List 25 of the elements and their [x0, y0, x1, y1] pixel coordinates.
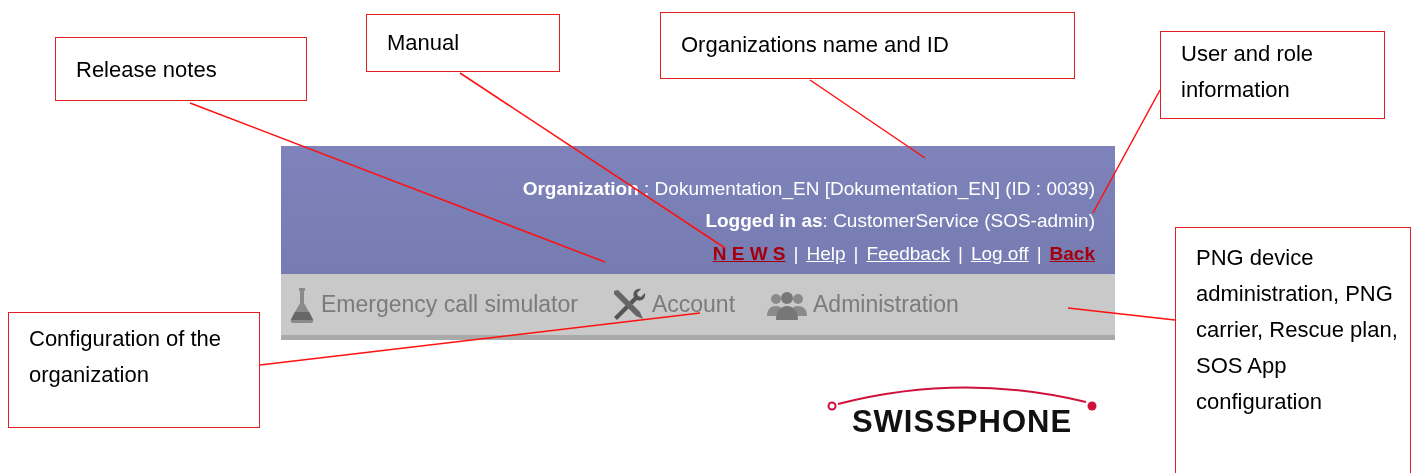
users-icon [767, 289, 808, 320]
link-separator: | [1036, 241, 1042, 266]
logo-text: SWISSPHONE [851, 406, 1073, 437]
organization-value: : Dokumentation_EN [Dokumentation_EN] (ID : 0039) [643, 176, 1095, 202]
link-separator: | [957, 241, 963, 266]
callout-box: Release notes [55, 37, 307, 101]
callout-box: Organizations name and ID [660, 12, 1075, 79]
callout-box: Manual [366, 14, 560, 72]
callout-box: PNG device administration, PNG carrier, Rescue plan, SOS App configuration [1175, 227, 1411, 473]
header-link[interactable]: Help [806, 239, 846, 268]
logged-in-label: Logged in as [705, 209, 823, 233]
header-link[interactable]: Feedback [866, 239, 950, 268]
link-separator: | [853, 241, 859, 266]
nav-item[interactable]: Account [609, 286, 736, 323]
organization-label: Organization [522, 176, 639, 201]
header-link[interactable]: Back [1049, 239, 1095, 268]
nav-item[interactable]: Administration [767, 287, 959, 322]
callout-box: User and role information [1160, 31, 1385, 119]
nav-item[interactable]: Emergency call simulator [289, 285, 578, 324]
link-separator: | [793, 241, 799, 266]
flask-icon [289, 285, 315, 324]
logged-in-value: : CustomerService (SOS-admin) [822, 209, 1095, 233]
callout-box: Configuration of the organization [8, 312, 260, 428]
header-link[interactable]: N E W S [712, 239, 786, 268]
header-link[interactable]: Log off [970, 239, 1029, 268]
